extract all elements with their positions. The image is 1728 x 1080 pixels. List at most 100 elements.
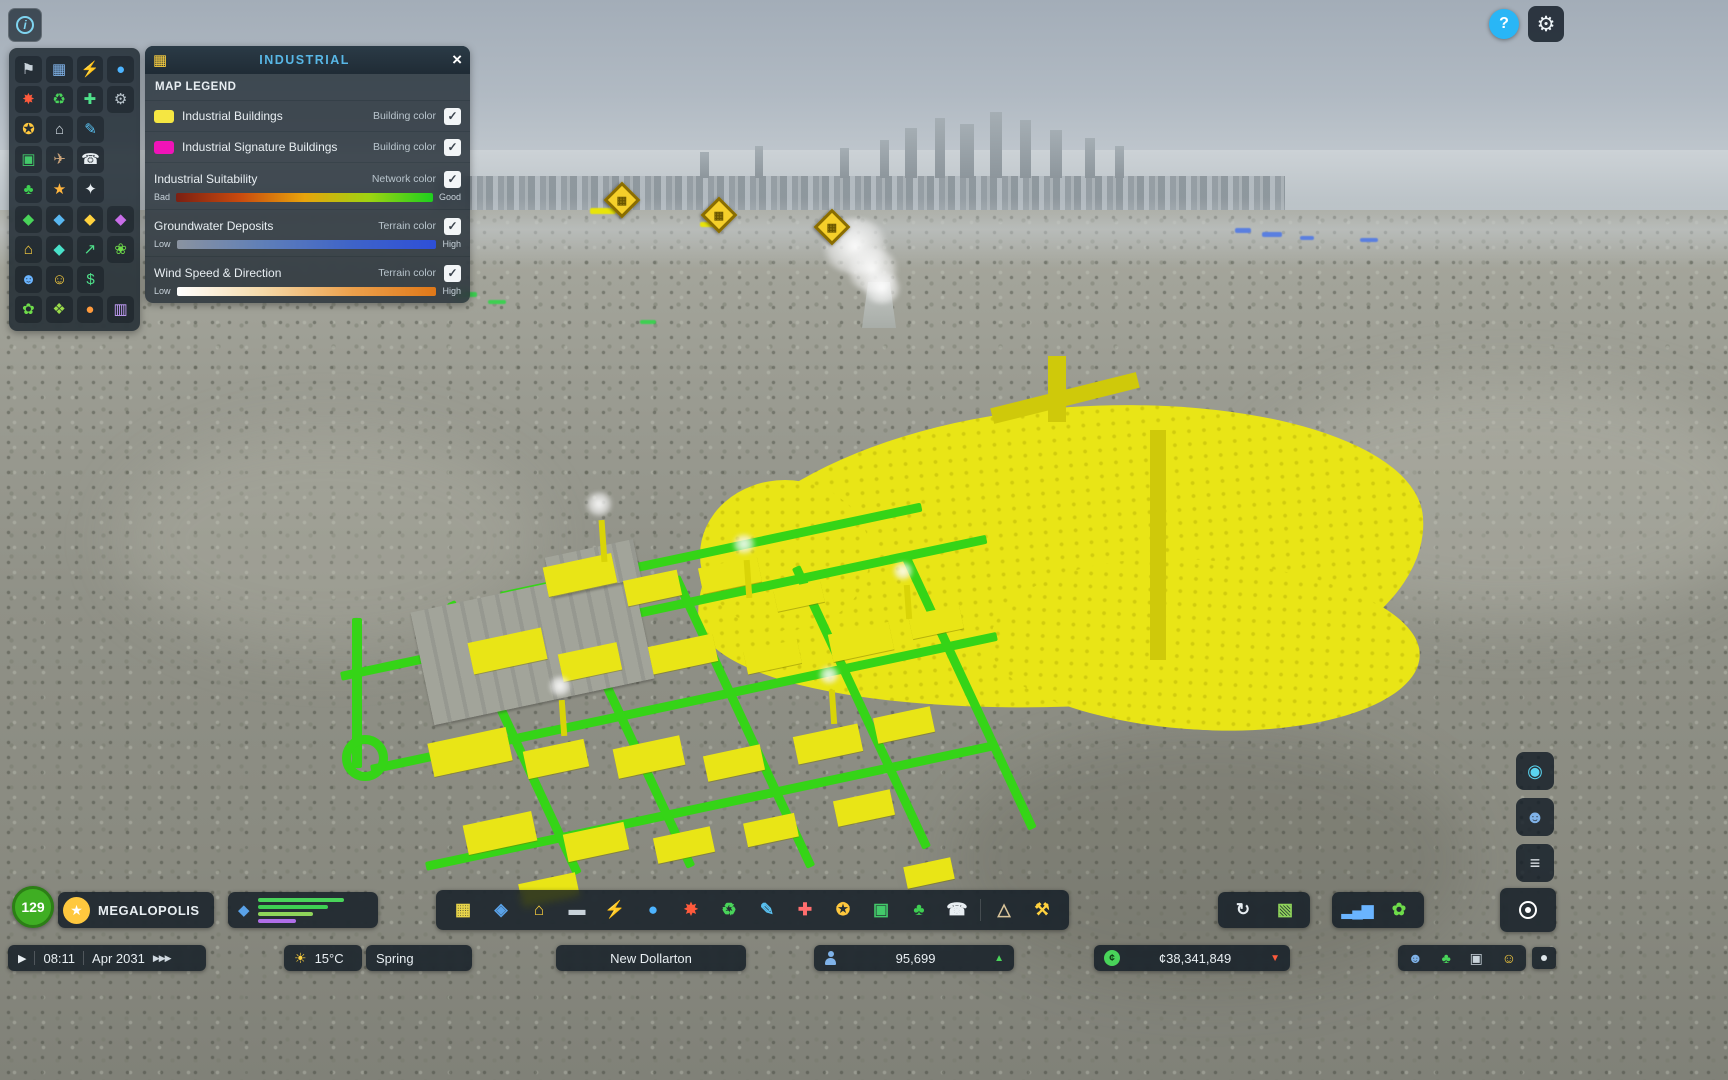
play-button[interactable]: ▶: [18, 952, 26, 965]
infoview-population-button[interactable]: ☻: [15, 266, 42, 293]
landscaping-button[interactable]: △: [989, 895, 1019, 925]
legend-gradient-row: Bad Good: [154, 192, 461, 202]
map-tiles-button[interactable]: ▧: [1270, 895, 1300, 925]
transportation-button[interactable]: ▣: [866, 895, 896, 925]
legend-checkbox[interactable]: ✓: [444, 218, 461, 235]
infoview-garbage-button[interactable]: ♻: [46, 86, 73, 113]
infoview-row: ♣ ★ ✦: [15, 176, 134, 203]
journal-button[interactable]: ≡: [1516, 844, 1554, 882]
infoview-panel: ⚑ ▦ ⚡ ● ✸ ♻ ✚ ⚙ ✪ ⌂ ✎ ▣ ✈ ☎ ♣ ★ ✦ ◆ ◆: [9, 48, 140, 331]
close-icon[interactable]: ×: [442, 50, 462, 70]
infoview-education-button[interactable]: ✎: [77, 116, 104, 143]
statistics-button[interactable]: ▂▄▆: [1342, 895, 1372, 925]
legend-checkbox[interactable]: ✓: [444, 171, 461, 188]
bulldozer-button[interactable]: ⚒: [1027, 895, 1057, 925]
map-marker[interactable]: ▦: [817, 212, 847, 242]
infoview-fertile-land-button[interactable]: ◆: [77, 206, 104, 233]
photo-mode-button[interactable]: [1500, 888, 1556, 932]
infoview-tourism-button[interactable]: ✈: [46, 146, 73, 173]
milestone-pill[interactable]: ★ MEGALOPOLIS: [58, 892, 214, 928]
infoview-oil-resources-button[interactable]: ◆: [107, 206, 134, 233]
population-pill[interactable]: 95,699 ▲: [814, 945, 1014, 971]
infoview-fire-hazard-button[interactable]: ✸: [15, 86, 42, 113]
infoview-leisure-button[interactable]: ✦: [77, 176, 104, 203]
map-marker[interactable]: ▦: [607, 185, 637, 215]
legend-row-type: Building color: [373, 141, 436, 153]
infoview-milestones-button[interactable]: ⚑: [15, 56, 42, 83]
electricity-button[interactable]: ⚡: [600, 895, 630, 925]
legend-row-top: Wind Speed & Direction Terrain color ✓: [154, 262, 461, 284]
infoview-money-button[interactable]: $: [77, 266, 104, 293]
infoview-communications-button[interactable]: ☎: [77, 146, 104, 173]
progression-button[interactable]: ↻: [1228, 895, 1258, 925]
infoview-wildlife-button[interactable]: ❖: [46, 296, 73, 323]
infoview-residential-button[interactable]: ⌂: [15, 236, 42, 263]
infoview-healthcare-button[interactable]: ✚: [77, 86, 104, 113]
zoning-button[interactable]: ▦: [448, 895, 478, 925]
skyline-tower: [990, 112, 1002, 178]
infoview-commercial-button[interactable]: ★: [46, 176, 73, 203]
signature-buildings-button[interactable]: ⌂: [524, 895, 554, 925]
infoview-transport-button[interactable]: ▣: [15, 146, 42, 173]
info-panel-button[interactable]: i: [8, 8, 42, 42]
legend-title: INDUSTRIAL: [167, 53, 442, 67]
infoview-water-button[interactable]: ●: [107, 56, 134, 83]
distant-zone: [640, 320, 656, 324]
marker-industry-glyph: ▦: [617, 194, 627, 207]
money-pill[interactable]: ¢ ¢38,341,849 ▼: [1094, 945, 1290, 971]
legend-checkbox[interactable]: ✓: [444, 108, 461, 125]
parks-recreation-button[interactable]: ♣: [904, 895, 934, 925]
infoview-parks-button[interactable]: ♣: [15, 176, 42, 203]
police-button[interactable]: ✪: [828, 895, 858, 925]
follow-citizen-button[interactable]: ☻: [1516, 798, 1554, 836]
infoview-ore-resources-button[interactable]: ◆: [15, 206, 42, 233]
happiness-indicator-icon[interactable]: ☺: [1502, 951, 1516, 965]
citizen-indicator-icon[interactable]: ☻: [1408, 951, 1423, 965]
infoview-maintenance-button[interactable]: ⚙: [107, 86, 134, 113]
infoview-agriculture-button[interactable]: ❀: [107, 236, 134, 263]
infoview-zones-button[interactable]: ▦: [46, 56, 73, 83]
infoview-happiness-button[interactable]: ☺: [46, 266, 73, 293]
map-overview-button[interactable]: ◉: [1516, 752, 1554, 790]
legend-checkbox[interactable]: ✓: [444, 265, 461, 282]
city-progress-pill[interactable]: ◆: [228, 892, 378, 928]
legend-row-label: Industrial Signature Buildings: [182, 140, 373, 154]
money-trend-down-icon: ▼: [1270, 953, 1280, 964]
healthcare-button[interactable]: ✚: [790, 895, 820, 925]
park-indicator-icon[interactable]: ♣: [1442, 951, 1451, 965]
education-button[interactable]: ✎: [752, 895, 782, 925]
infoview-police-button[interactable]: ✪: [15, 116, 42, 143]
speed-control[interactable]: ▶▶▶: [153, 953, 171, 964]
infoview-forest-resources-button[interactable]: ◆: [46, 206, 73, 233]
infoview-nature-button[interactable]: ✿: [15, 296, 42, 323]
fire-rescue-button[interactable]: ✸: [676, 895, 706, 925]
milestone-level-badge[interactable]: 129: [12, 886, 54, 928]
temperature-value: 15°C: [315, 951, 344, 966]
water-button[interactable]: ●: [638, 895, 668, 925]
legend-row-type: Building color: [373, 110, 436, 122]
areas-button[interactable]: ◈: [486, 895, 516, 925]
infoview-row: ✸ ♻ ✚ ⚙: [15, 86, 134, 113]
infoview-electricity-button[interactable]: ⚡: [77, 56, 104, 83]
map-marker[interactable]: ▦: [704, 200, 734, 230]
infoview-economy-button[interactable]: ↗: [77, 236, 104, 263]
infoview-land-value-button[interactable]: ◆: [46, 236, 73, 263]
communications-button[interactable]: ☎: [942, 895, 972, 925]
service-indicator-icon[interactable]: ▣: [1470, 951, 1483, 965]
environment-button[interactable]: ✿: [1384, 895, 1414, 925]
infoview-events-button[interactable]: ●: [77, 296, 104, 323]
roads-button[interactable]: ▬: [562, 895, 592, 925]
garbage-button[interactable]: ♻: [714, 895, 744, 925]
legend-checkbox[interactable]: ✓: [444, 139, 461, 156]
education-icon: ✎: [760, 900, 774, 920]
progress-bar: [258, 905, 328, 909]
roundabout: [342, 735, 388, 781]
help-button[interactable]: ?: [1489, 9, 1519, 39]
infoview-administration-button[interactable]: ⌂: [46, 116, 73, 143]
corner-camera-button[interactable]: [1532, 947, 1556, 969]
infoview-statistics-button[interactable]: ▥: [107, 296, 134, 323]
city-name-pill[interactable]: New Dollarton: [556, 945, 746, 971]
settings-button[interactable]: ⚙: [1528, 6, 1564, 42]
skyline-tower: [1020, 120, 1031, 178]
city-name: New Dollarton: [610, 951, 692, 966]
